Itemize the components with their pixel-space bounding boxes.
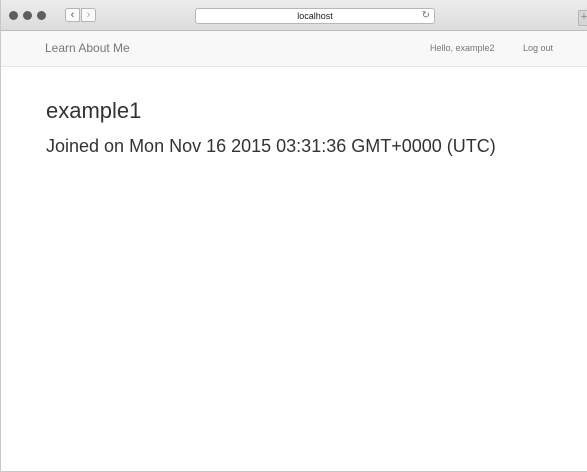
user-greeting-link[interactable]: Hello, example2 <box>430 43 495 53</box>
browser-toolbar: ‹ › localhost ↻ + <box>1 0 587 31</box>
address-bar[interactable]: localhost ↻ <box>195 8 435 24</box>
chevron-left-icon: ‹ <box>70 9 75 21</box>
brand-link[interactable]: Learn About Me <box>45 41 130 55</box>
profile-username: example1 <box>46 98 142 123</box>
plus-icon: + <box>580 11 587 23</box>
chevron-right-icon: › <box>86 9 91 21</box>
profile-content: example1 Joined on Mon Nov 16 2015 03:31… <box>46 96 566 157</box>
reload-icon[interactable]: ↻ <box>422 9 430 23</box>
new-tab-button[interactable]: + <box>578 10 587 26</box>
back-button[interactable]: ‹ <box>65 8 80 22</box>
browser-window: ‹ › localhost ↻ + Learn About Me Hello, … <box>0 0 587 472</box>
zoom-window-button[interactable] <box>37 11 46 20</box>
logout-link[interactable]: Log out <box>523 43 553 53</box>
profile-joined-date: Joined on Mon Nov 16 2015 03:31:36 GMT+0… <box>46 136 496 156</box>
minimize-window-button[interactable] <box>23 11 32 20</box>
url-text: localhost <box>297 11 333 21</box>
forward-button[interactable]: › <box>81 8 96 22</box>
close-window-button[interactable] <box>9 11 18 20</box>
app-navbar: Learn About Me Hello, example2 Log out <box>1 31 587 67</box>
